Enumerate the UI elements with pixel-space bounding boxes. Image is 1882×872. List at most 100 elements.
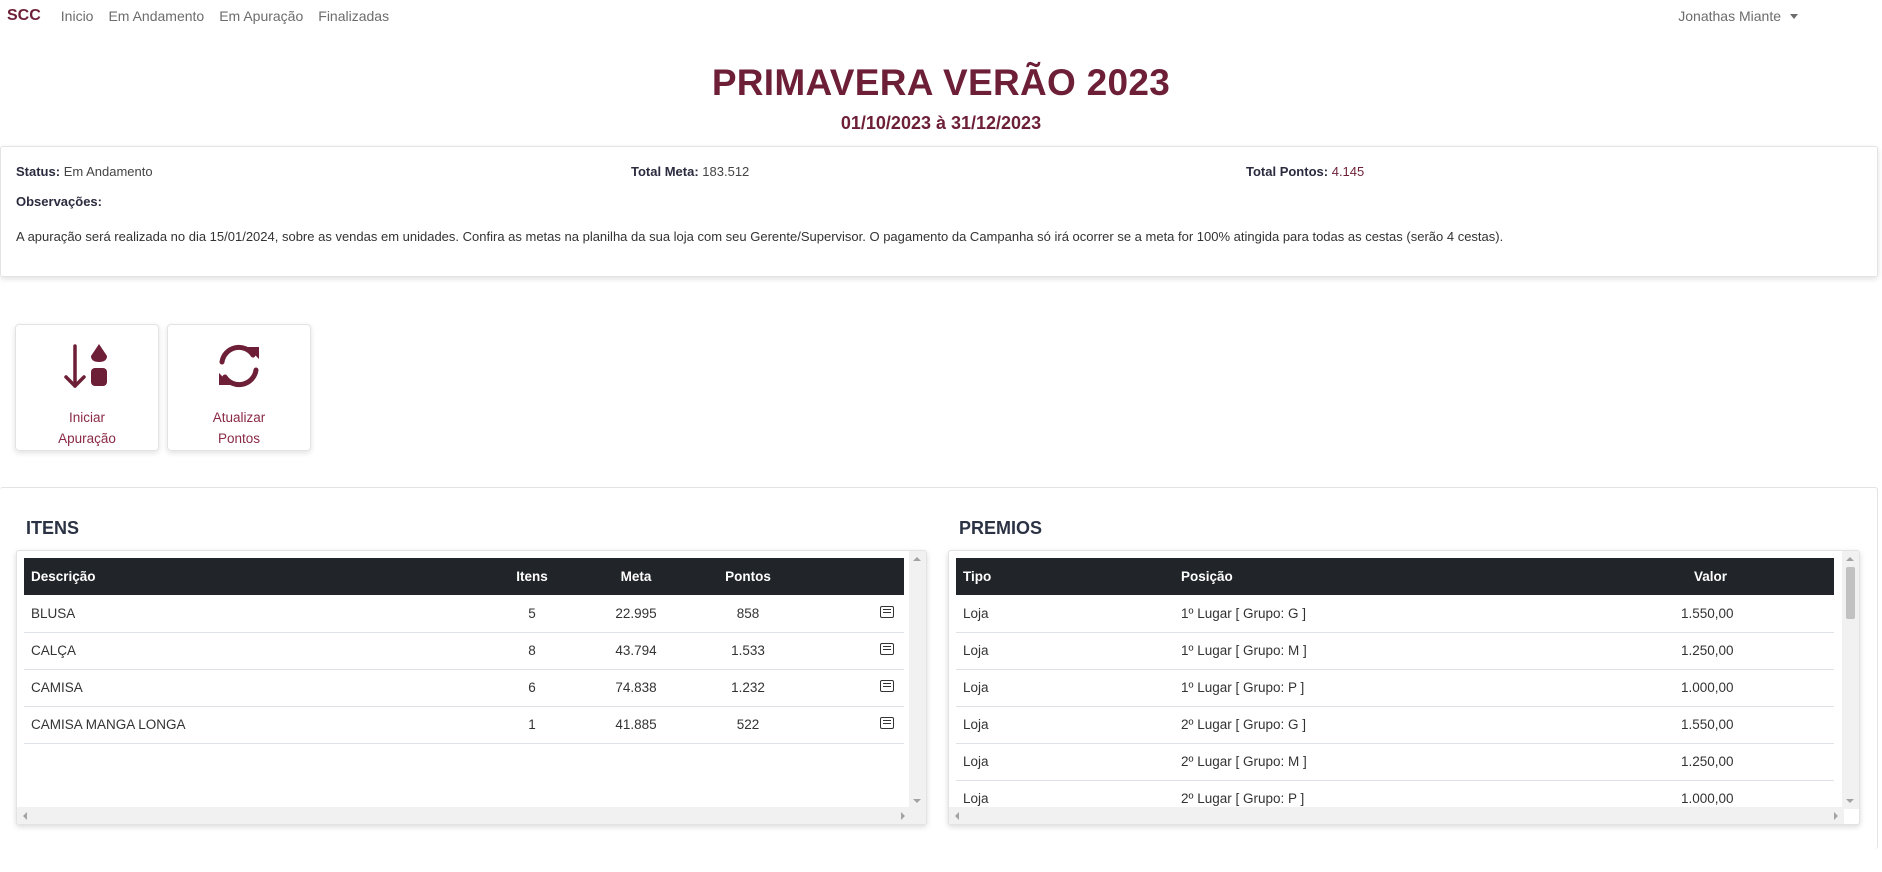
- atualizar-label-line2: Pontos: [217, 431, 261, 446]
- premios-title: PREMIOS: [959, 518, 1043, 538]
- itens-vertical-scrollbar[interactable]: [909, 551, 926, 809]
- cell-actions: [796, 595, 904, 633]
- premios-panel[interactable]: Tipo Posição Valor Loja 1º Lugar [ Grupo…: [948, 550, 1860, 825]
- cell-descricao: CALÇA: [24, 632, 492, 670]
- cell-descricao: BLUSA: [24, 595, 492, 633]
- cell-valor: 1.550,00: [1674, 706, 1834, 744]
- scroll-up-icon[interactable]: [1846, 557, 1854, 561]
- details-section: ITENS PREMIOS Descrição Itens Meta Ponto…: [0, 487, 1878, 849]
- table-row: Loja 1º Lugar [ Grupo: P ] 1.000,00: [956, 669, 1834, 707]
- nav-link-finalizadas[interactable]: Finalizadas: [318, 8, 389, 24]
- table-row: CAMISA MANGA LONGA 1 41.885 522: [24, 706, 904, 744]
- total-pontos-value: 4.145: [1331, 164, 1365, 179]
- col-valor[interactable]: Valor: [1674, 558, 1834, 595]
- scroll-left-icon[interactable]: [955, 812, 959, 820]
- campaign-title: PRIMAVERA VERÃO 2023: [711, 62, 1171, 103]
- itens-table: Descrição Itens Meta Pontos BLUSA 5 22.9…: [24, 558, 904, 744]
- table-row: Loja 1º Lugar [ Grupo: M ] 1.250,00: [956, 632, 1834, 670]
- user-menu-dropdown[interactable]: Jonathas Miante: [1678, 8, 1798, 24]
- scroll-right-icon[interactable]: [901, 812, 905, 820]
- cell-pontos: 858: [700, 595, 796, 633]
- total-meta-value: 183.512: [702, 164, 750, 179]
- nav-link-inicio[interactable]: Inicio: [61, 8, 94, 24]
- list-details-icon[interactable]: [880, 643, 894, 655]
- col-tipo[interactable]: Tipo: [956, 558, 1174, 595]
- cell-posicao: 2º Lugar [ Grupo: M ]: [1174, 743, 1674, 781]
- cell-valor: 1.000,00: [1674, 669, 1834, 707]
- iniciar-apuracao-button[interactable]: Iniciar Apuração: [15, 324, 159, 451]
- cell-tipo: Loja: [956, 595, 1174, 633]
- observacoes-label: Observações:: [16, 194, 102, 209]
- cell-pontos: 522: [700, 706, 796, 744]
- total-meta-field: Total Meta: 183.512: [631, 164, 1246, 179]
- cell-tipo: Loja: [956, 669, 1174, 707]
- table-row: CAMISA 6 74.838 1.232: [24, 669, 904, 707]
- list-details-icon[interactable]: [880, 680, 894, 692]
- cell-descricao: CAMISA: [24, 669, 492, 707]
- premios-table: Tipo Posição Valor Loja 1º Lugar [ Grupo…: [956, 558, 1834, 818]
- col-itens[interactable]: Itens: [492, 558, 572, 595]
- cell-posicao: 1º Lugar [ Grupo: M ]: [1174, 632, 1674, 670]
- itens-panel[interactable]: Descrição Itens Meta Pontos BLUSA 5 22.9…: [16, 550, 927, 825]
- cell-tipo: Loja: [956, 632, 1174, 670]
- cell-actions: [796, 706, 904, 744]
- scroll-thumb[interactable]: [1846, 567, 1855, 619]
- premios-horizontal-scrollbar[interactable]: [949, 807, 1844, 824]
- scroll-right-icon[interactable]: [1834, 812, 1838, 820]
- cell-meta: 43.794: [572, 632, 700, 670]
- nav-link-em-andamento[interactable]: Em Andamento: [108, 8, 204, 24]
- cell-posicao: 1º Lugar [ Grupo: G ]: [1174, 595, 1674, 633]
- nav-links: Inicio Em Andamento Em Apuração Finaliza…: [61, 8, 389, 24]
- table-row: Loja 2º Lugar [ Grupo: G ] 1.550,00: [956, 706, 1834, 744]
- brand-logo[interactable]: SCC: [7, 7, 41, 25]
- iniciar-label-line2: Apuração: [58, 431, 116, 446]
- cell-valor: 1.550,00: [1674, 595, 1834, 633]
- campaign-info-card: Status: Em Andamento Total Meta: 183.512…: [0, 146, 1878, 277]
- list-details-icon[interactable]: [880, 605, 894, 618]
- atualizar-pontos-label: Atualizar Pontos: [213, 407, 266, 449]
- cell-posicao: 1º Lugar [ Grupo: P ]: [1174, 669, 1674, 707]
- status-label: Status:: [16, 164, 61, 179]
- cell-valor: 1.250,00: [1674, 632, 1834, 670]
- list-details-icon[interactable]: [880, 717, 894, 729]
- scroll-down-icon[interactable]: [1846, 799, 1854, 803]
- cell-valor: 1.250,00: [1674, 743, 1834, 781]
- scroll-up-icon[interactable]: [913, 557, 921, 561]
- caret-down-icon: [1790, 13, 1798, 19]
- cell-meta: 22.995: [572, 595, 700, 633]
- cell-tipo: Loja: [956, 743, 1174, 781]
- action-cards: Iniciar Apuração Atualizar Pontos: [0, 324, 1882, 451]
- scroll-left-icon[interactable]: [23, 812, 27, 820]
- total-meta-label: Total Meta:: [631, 164, 699, 179]
- atualizar-label-line1: Atualizar: [212, 410, 266, 425]
- campaign-period: 01/10/2023 à 31/12/2023: [840, 113, 1042, 133]
- cell-itens: 5: [492, 595, 572, 633]
- status-value: Em Andamento: [63, 164, 153, 179]
- cell-itens: 6: [492, 669, 572, 707]
- itens-title: ITENS: [26, 518, 80, 538]
- table-row: BLUSA 5 22.995 858: [24, 595, 904, 633]
- col-posicao[interactable]: Posição: [1174, 558, 1674, 595]
- campaign-header: PRIMAVERA VERÃO 2023 01/10/2023 à 31/12/…: [0, 64, 1882, 134]
- atualizar-pontos-button[interactable]: Atualizar Pontos: [167, 324, 311, 451]
- cell-meta: 74.838: [572, 669, 700, 707]
- cell-tipo: Loja: [956, 706, 1174, 744]
- user-name: Jonathas Miante: [1678, 8, 1781, 24]
- col-meta[interactable]: Meta: [572, 558, 700, 595]
- itens-header-row: Descrição Itens Meta Pontos: [24, 558, 904, 595]
- itens-horizontal-scrollbar[interactable]: [17, 807, 926, 824]
- iniciar-label-line1: Iniciar: [68, 410, 105, 425]
- sort-down-icon: [63, 338, 111, 394]
- table-row: Loja 1º Lugar [ Grupo: G ] 1.550,00: [956, 595, 1834, 633]
- scroll-down-icon[interactable]: [913, 799, 921, 803]
- col-actions: [796, 558, 904, 595]
- top-navbar: SCC Inicio Em Andamento Em Apuração Fina…: [0, 0, 1882, 32]
- cell-posicao: 2º Lugar [ Grupo: G ]: [1174, 706, 1674, 744]
- premios-vertical-scrollbar[interactable]: [1842, 551, 1859, 809]
- table-row: CALÇA 8 43.794 1.533: [24, 632, 904, 670]
- observacoes-text: A apuração será realizada no dia 15/01/2…: [16, 229, 1504, 244]
- col-descricao[interactable]: Descrição: [24, 558, 492, 595]
- col-pontos[interactable]: Pontos: [700, 558, 796, 595]
- total-pontos-label: Total Pontos:: [1246, 164, 1329, 179]
- nav-link-em-apuracao[interactable]: Em Apuração: [219, 8, 303, 24]
